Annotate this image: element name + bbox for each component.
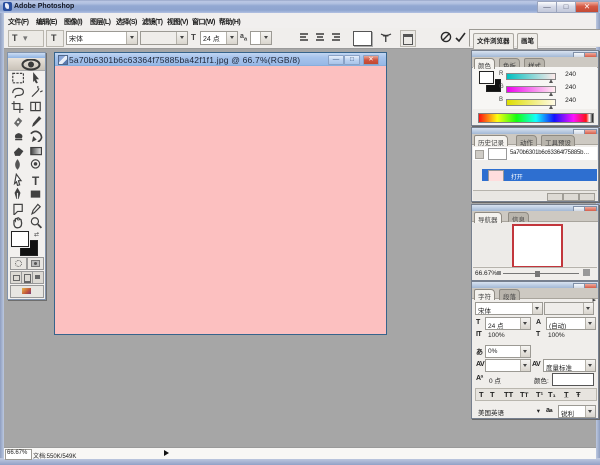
- svg-text:T: T: [383, 34, 389, 44]
- svg-text:T: T: [32, 173, 40, 185]
